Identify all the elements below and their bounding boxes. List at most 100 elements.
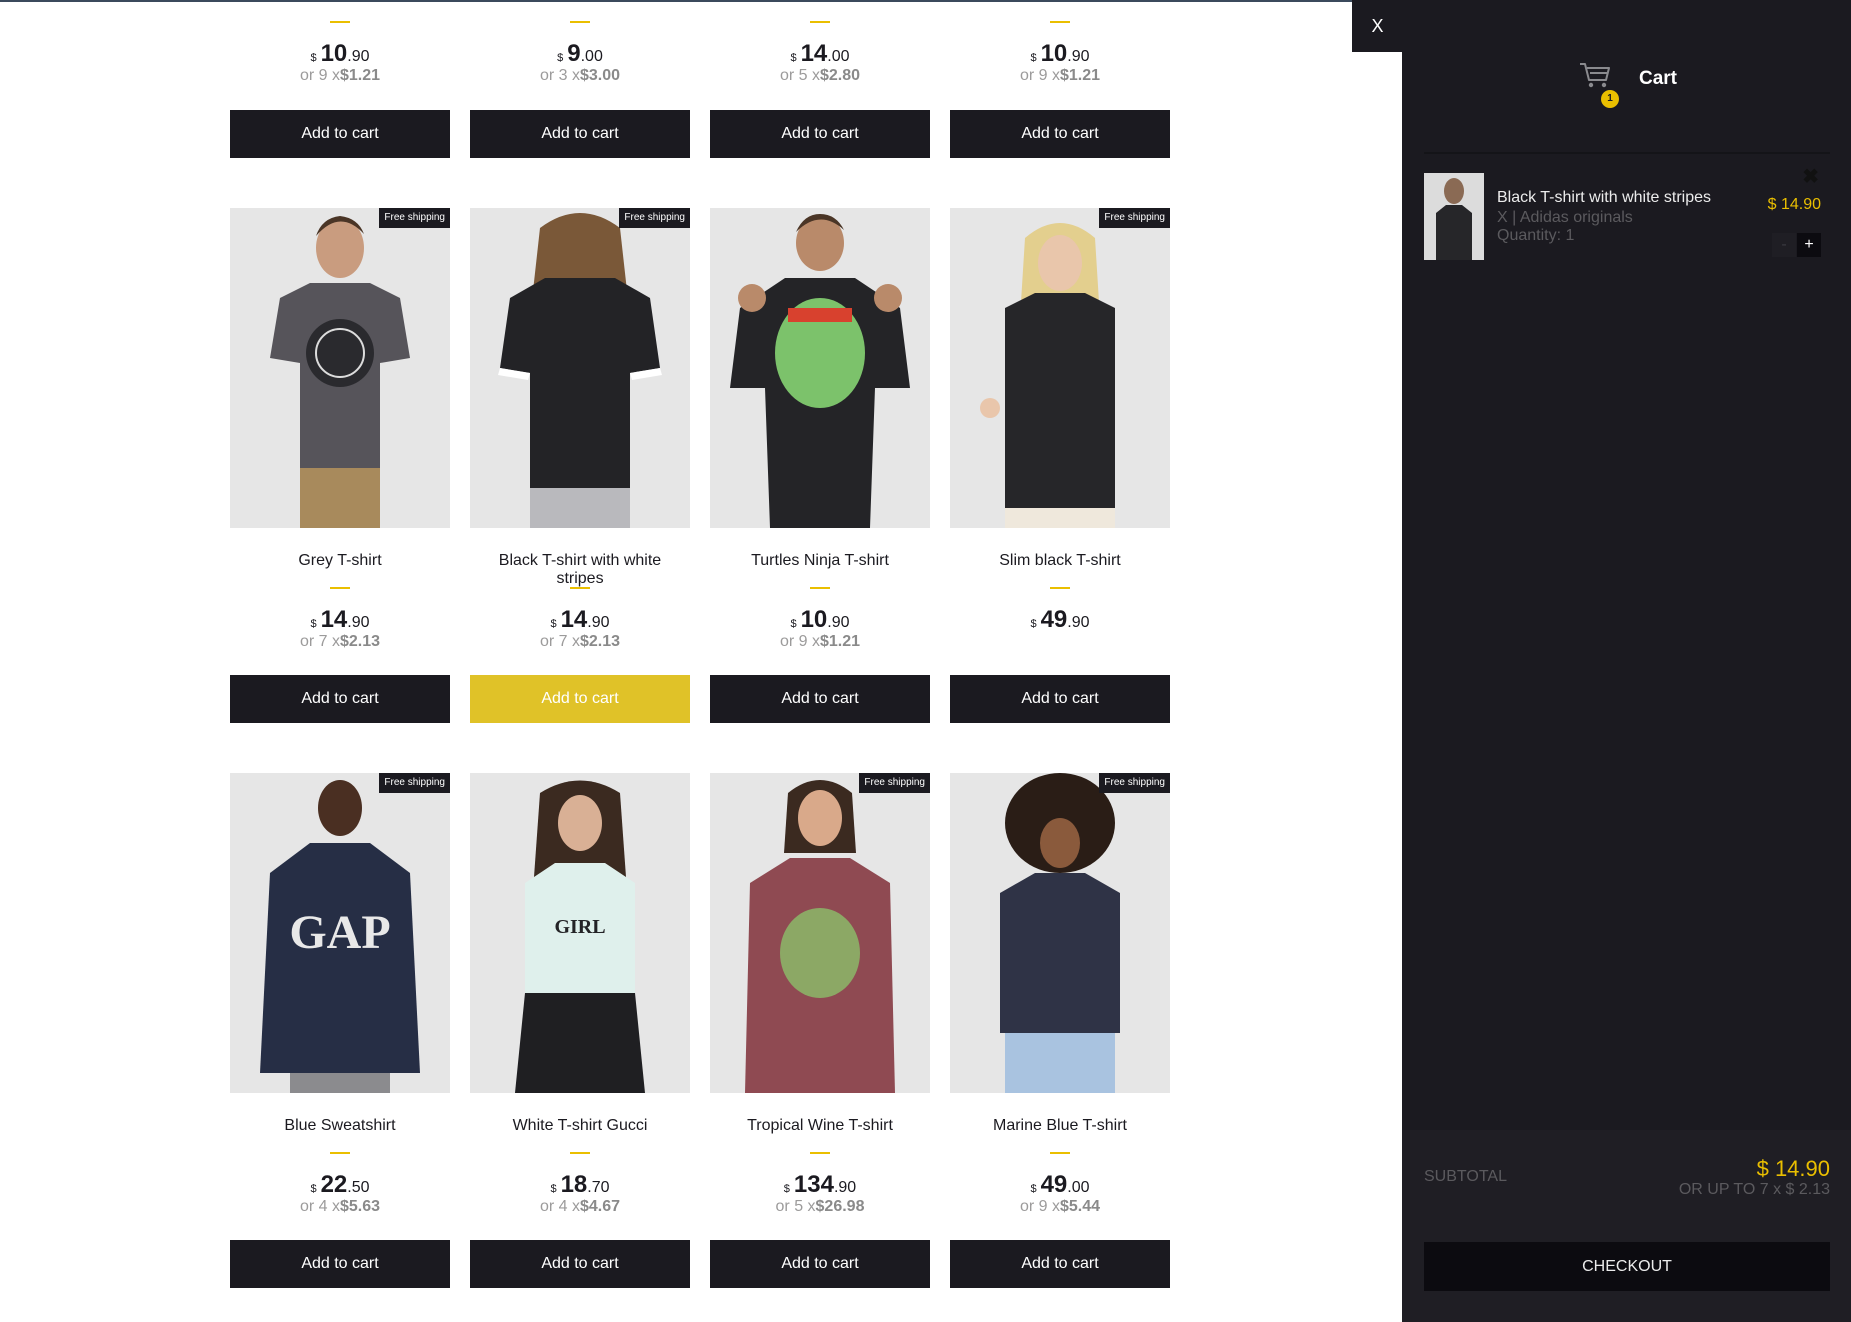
- product-image[interactable]: Free shipping: [470, 208, 690, 528]
- installments-count: or 4 x: [299, 1198, 340, 1215]
- price-integer: 49: [1040, 606, 1068, 633]
- free-shipping-badge: Free shipping: [619, 208, 690, 228]
- installments-count: or 7 x: [539, 633, 580, 650]
- installments-value: $26.98: [815, 1198, 865, 1215]
- close-cart-button[interactable]: X: [1352, 0, 1403, 52]
- product-name: Tropical Wine T-shirt: [747, 1117, 893, 1134]
- installments-value: $3.00: [579, 67, 621, 84]
- price-integer: 22: [320, 1171, 348, 1198]
- installments-count: or 9 x: [779, 633, 820, 650]
- add-to-cart-button[interactable]: Add to cart: [950, 110, 1170, 158]
- installments: or 9 x$1.21: [710, 633, 930, 651]
- product-price: $9.00: [470, 40, 690, 68]
- installments-value: $5.44: [1059, 1198, 1101, 1215]
- price-decimal: .70: [587, 1179, 610, 1196]
- product-name: Marine Blue T-shirt: [993, 1117, 1127, 1134]
- cart-item: Black T-shirt with white stripes X | Adi…: [1424, 166, 1830, 263]
- price-integer: 14: [800, 40, 828, 67]
- product-image[interactable]: GAP Free shipping: [230, 773, 450, 1093]
- add-to-cart-button[interactable]: Add to cart: [230, 1240, 450, 1288]
- installments-value: $2.13: [579, 633, 621, 650]
- product-image[interactable]: Free shipping: [230, 208, 450, 528]
- price-integer: 14: [320, 606, 348, 633]
- price-integer: 18: [560, 1171, 588, 1198]
- installments-value: $5.63: [339, 1198, 381, 1215]
- installments-value: $1.21: [339, 67, 381, 84]
- add-to-cart-button[interactable]: Add to cart: [470, 1240, 690, 1288]
- price-integer: 134: [793, 1171, 834, 1198]
- svg-text:GAP: GAP: [289, 906, 390, 959]
- installments-value: $2.80: [819, 67, 861, 84]
- remove-item-icon[interactable]: ✖: [1802, 164, 1819, 189]
- installments: or 5 x$26.98: [710, 1198, 930, 1216]
- divider: [1424, 152, 1830, 154]
- title-underline: [1050, 587, 1070, 589]
- currency-symbol: $: [557, 52, 564, 64]
- product-image[interactable]: Free shipping: [950, 208, 1170, 528]
- subtotal-installments: OR UP TO 7 x $ 2.13: [1678, 1181, 1830, 1198]
- add-to-cart-button[interactable]: Add to cart: [230, 675, 450, 723]
- decrease-quantity-button[interactable]: -: [1772, 233, 1796, 257]
- product-name: Slim black T-shirt: [999, 552, 1121, 569]
- increase-quantity-button[interactable]: +: [1797, 233, 1821, 257]
- free-shipping-badge: Free shipping: [1099, 773, 1170, 793]
- cart-header: 1 Cart: [1402, 60, 1851, 108]
- installments: or 7 x$2.13: [230, 633, 450, 651]
- product-image[interactable]: [710, 208, 930, 528]
- installments-count: or 4 x: [539, 1198, 580, 1215]
- subtotal-label: SUBTOTAL: [1424, 1168, 1507, 1185]
- product-price: $10.90: [230, 40, 450, 68]
- installments-count: or 9 x: [1019, 1198, 1060, 1215]
- product-image[interactable]: Free shipping: [710, 773, 930, 1093]
- currency-symbol: $: [550, 618, 557, 630]
- cart-item-description: X | Adidas originals: [1497, 209, 1633, 226]
- add-to-cart-button[interactable]: Add to cart: [470, 675, 690, 723]
- currency-symbol: $: [1030, 52, 1037, 64]
- price-decimal: .90: [833, 1179, 857, 1196]
- product-price: $49.90: [950, 606, 1170, 634]
- cart-count-badge: 1: [1601, 90, 1619, 108]
- product-price: $10.90: [710, 606, 930, 634]
- add-to-cart-button[interactable]: Add to cart: [710, 110, 930, 158]
- currency-symbol: $: [310, 618, 317, 630]
- currency-symbol: $: [790, 52, 797, 64]
- subtotal-section: SUBTOTAL $ 14.90 OR UP TO 7 x $ 2.13 CHE…: [1402, 1130, 1851, 1322]
- product-price: $49.00: [950, 1171, 1170, 1199]
- price-decimal: .90: [827, 614, 850, 631]
- title-underline: [810, 1152, 830, 1154]
- price-decimal: .90: [587, 614, 610, 631]
- installments-value: $1.21: [1059, 67, 1101, 84]
- installments-count: or 3 x: [539, 67, 580, 84]
- free-shipping-badge: Free shipping: [379, 208, 450, 228]
- price-integer: 14: [560, 606, 588, 633]
- add-to-cart-button[interactable]: Add to cart: [710, 675, 930, 723]
- add-to-cart-button[interactable]: Add to cart: [230, 110, 450, 158]
- product-image[interactable]: GIRL: [470, 773, 690, 1093]
- product-name: Blue Sweatshirt: [284, 1117, 396, 1134]
- checkout-button[interactable]: CHECKOUT: [1424, 1242, 1830, 1291]
- title-underline: [810, 21, 830, 23]
- product-price: $14.90: [470, 606, 690, 634]
- installments-count: or 9 x: [299, 67, 340, 84]
- add-to-cart-button[interactable]: Add to cart: [950, 675, 1170, 723]
- title-underline: [810, 587, 830, 589]
- add-to-cart-button[interactable]: Add to cart: [710, 1240, 930, 1288]
- installments-count: or 9 x: [1019, 67, 1060, 84]
- add-to-cart-button[interactable]: Add to cart: [470, 110, 690, 158]
- price-integer: 10: [320, 40, 348, 67]
- add-to-cart-button[interactable]: Add to cart: [950, 1240, 1170, 1288]
- installments-count: or 7 x: [299, 633, 340, 650]
- cart-item-name: Black T-shirt with white stripes: [1497, 189, 1711, 206]
- price-integer: 9: [567, 40, 581, 67]
- currency-symbol: $: [310, 52, 317, 64]
- product-price: $10.90: [950, 40, 1170, 68]
- title-underline: [330, 587, 350, 589]
- price-integer: 10: [1040, 40, 1068, 67]
- cart-item-price: $ 14.90: [1767, 196, 1821, 213]
- product-image[interactable]: Free shipping: [950, 773, 1170, 1093]
- installments: or 4 x$4.67: [470, 1198, 690, 1216]
- cart-title: Cart: [1639, 68, 1678, 89]
- price-decimal: .90: [1067, 48, 1090, 65]
- title-underline: [570, 1152, 590, 1154]
- cart-item-quantity: Quantity: 1: [1497, 227, 1575, 244]
